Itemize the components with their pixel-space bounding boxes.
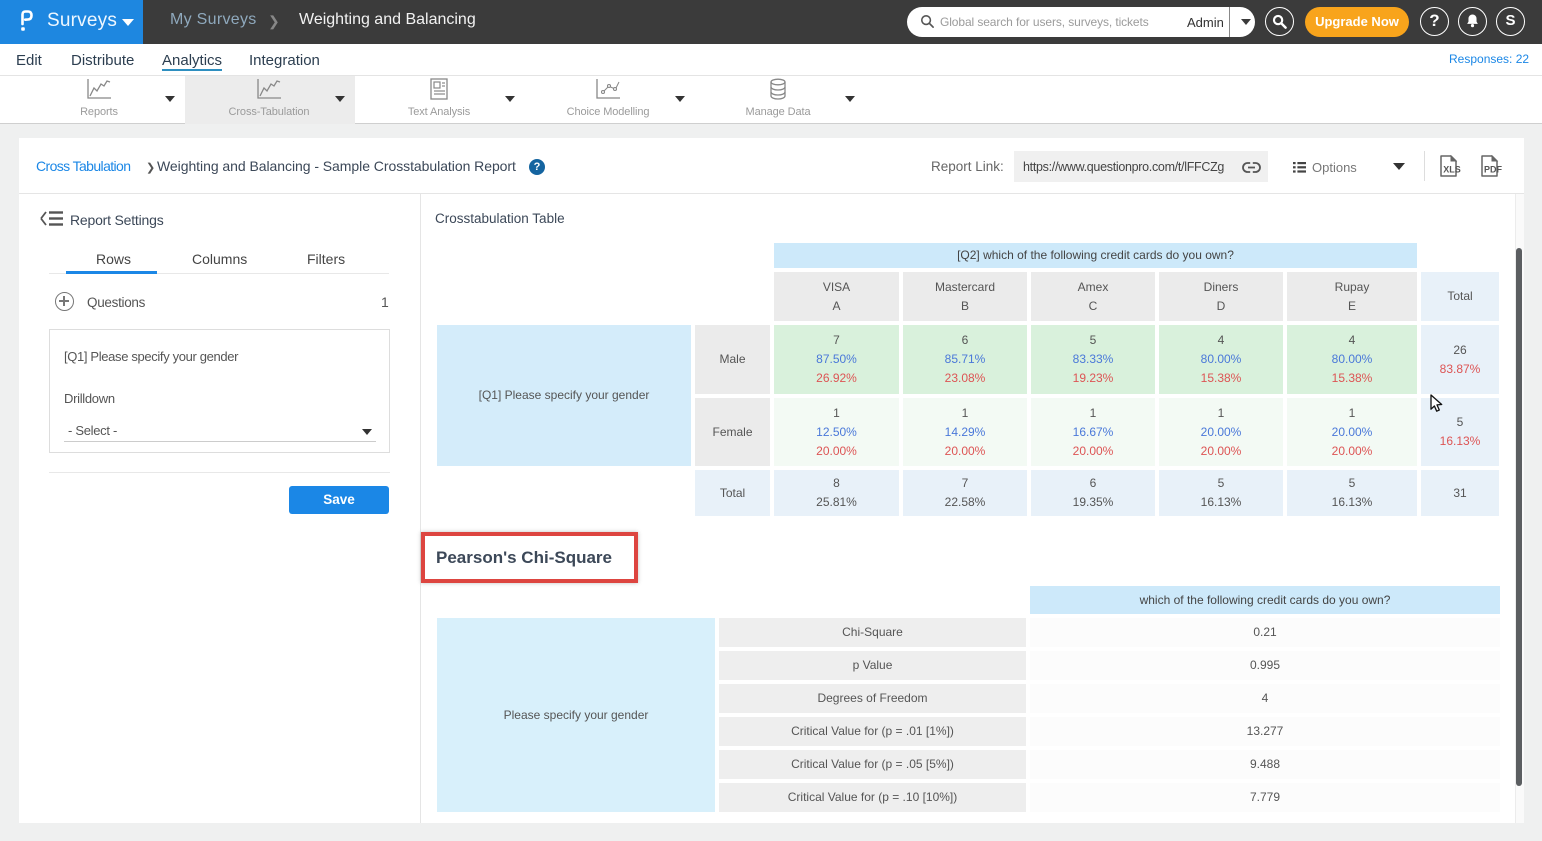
svg-text:PDF: PDF (1484, 165, 1503, 175)
svg-text:XLS: XLS (1443, 165, 1461, 175)
